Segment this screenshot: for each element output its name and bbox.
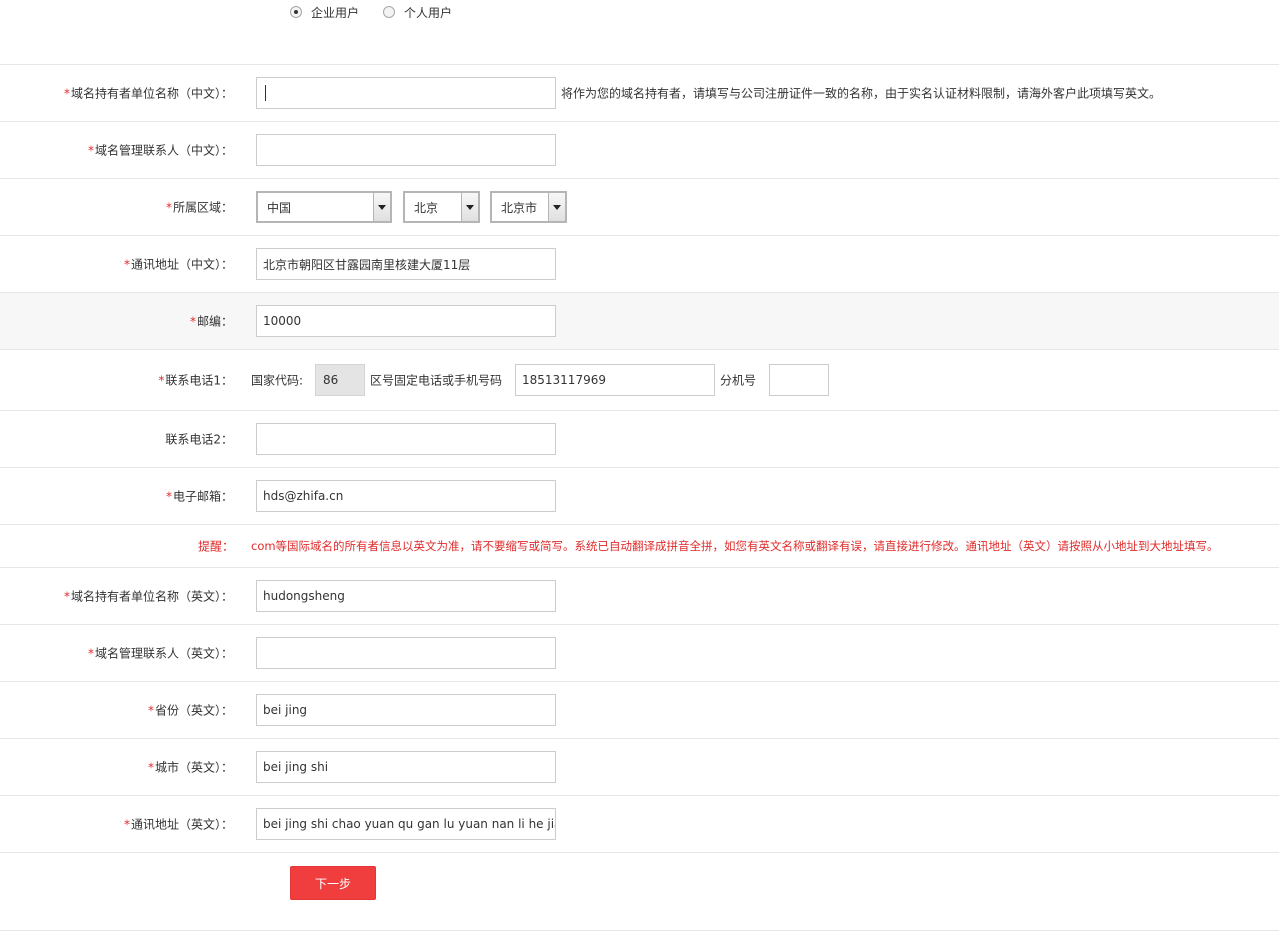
field-label: *所属区域： [166, 199, 233, 216]
field-label: *联系电话1： [158, 372, 233, 389]
field-label: *城市（英文）： [148, 759, 233, 776]
required-mark: * [147, 703, 154, 718]
country-code-label: 国家代码: [251, 373, 304, 388]
field-label: *省份（英文）： [148, 702, 233, 719]
select-value: 北京 [414, 200, 439, 215]
province-select[interactable]: 北京 [403, 191, 480, 223]
radio-label: 个人用户 [404, 5, 453, 20]
email-input[interactable]: hds@zhifa.cn [256, 480, 556, 512]
required-mark: * [158, 373, 165, 388]
dropdown-arrow-icon[interactable] [373, 193, 390, 221]
label-text: 电子邮箱： [172, 489, 233, 504]
radio-checked-icon[interactable] [290, 6, 302, 18]
contact-cn-input[interactable] [256, 134, 556, 166]
field-label: *通讯地址（英文）： [124, 816, 233, 833]
select-value: 中国 [267, 200, 292, 215]
field-label: 联系电话2： [165, 432, 233, 447]
country-code-field: 86 [315, 364, 365, 396]
address-cn-input[interactable]: 北京市朝阳区甘露园南里核建大厦11层 [256, 248, 556, 280]
label-text: 省份（英文）： [154, 703, 233, 718]
row-notice: 提醒： com等国际域名的所有者信息以英文为准，请不要缩写或简写。系统已自动翻译… [0, 524, 1279, 567]
extension-label: 分机号 [720, 373, 757, 388]
required-mark: * [63, 86, 70, 101]
notice-label: 提醒： [198, 539, 235, 554]
field-label: *域名持有者单位名称（中文）： [64, 85, 233, 102]
required-mark: * [87, 646, 94, 661]
city-select[interactable]: 北京市 [490, 191, 567, 223]
input-value: 北京市朝阳区甘露园南里核建大厦11层 [263, 257, 471, 272]
label-text: 域名管理联系人（中文）： [94, 143, 233, 158]
input-value: bei jing [263, 703, 308, 717]
contact-en-input[interactable] [256, 637, 556, 669]
label-text: 通讯地址（中文）： [130, 257, 233, 272]
input-value: 18513117969 [522, 373, 606, 387]
required-mark: * [147, 760, 154, 775]
label-text: 域名管理联系人（英文）： [94, 646, 233, 661]
required-mark: * [123, 817, 130, 832]
field-label: *域名管理联系人（中文）： [88, 142, 233, 159]
row-email: *电子邮箱： hds@zhifa.cn [0, 467, 1279, 524]
required-mark: * [63, 589, 70, 604]
org-name-hint: 将作为您的域名持有者，请填写与公司注册证件一致的名称，由于实名认证材料限制，请海… [561, 86, 1162, 101]
radio-label: 企业用户 [311, 5, 360, 20]
notice-text: com等国际域名的所有者信息以英文为准，请不要缩写或简写。系统已自动翻译成拼音全… [251, 539, 1219, 553]
row-postcode: *邮编： 10000 [0, 292, 1279, 349]
next-step-button[interactable]: 下一步 [290, 866, 376, 900]
input-value: 10000 [263, 314, 302, 328]
phone2-input[interactable] [256, 423, 556, 455]
bottom-divider [0, 930, 1279, 931]
row-contact-en: *域名管理联系人（英文）： [0, 624, 1279, 681]
province-en-input[interactable]: bei jing [256, 694, 556, 726]
label-text: 通讯地址（英文）： [130, 817, 233, 832]
label-text: 邮编： [196, 314, 233, 329]
country-select[interactable]: 中国 [256, 191, 392, 223]
row-address-cn: *通讯地址（中文）： 北京市朝阳区甘露园南里核建大厦11层 [0, 235, 1279, 292]
row-phone1: *联系电话1： 国家代码: 86 区号固定电话或手机号码 18513117969… [0, 349, 1279, 410]
input-value: bei jing shi [263, 760, 329, 774]
label-text: 域名持有者单位名称（英文）： [70, 589, 233, 604]
row-contact-cn: *域名管理联系人（中文）： [0, 121, 1279, 178]
label-text: 联系电话1： [165, 373, 233, 388]
field-label: *邮编： [190, 313, 233, 330]
phone-number-input[interactable]: 18513117969 [515, 364, 715, 396]
city-en-input[interactable]: bei jing shi [256, 751, 556, 783]
extension-input[interactable] [769, 364, 829, 396]
input-value: 86 [323, 373, 339, 387]
field-label: *域名持有者单位名称（英文）： [64, 588, 233, 605]
field-label: *域名管理联系人（英文）： [88, 645, 233, 662]
row-city-en: *城市（英文）： bei jing shi [0, 738, 1279, 795]
row-address-en: *通讯地址（英文）： bei jing shi chao yuan qu gan… [0, 795, 1279, 853]
address-en-input[interactable]: bei jing shi chao yuan qu gan lu yuan na… [256, 808, 556, 840]
input-value: bei jing shi chao yuan qu gan lu yuan na… [263, 817, 556, 831]
row-province-en: *省份（英文）： bei jing [0, 681, 1279, 738]
row-org-name-en: *域名持有者单位名称（英文）： hudongsheng [0, 567, 1279, 624]
radio-unchecked-icon[interactable] [383, 6, 395, 18]
required-mark: * [165, 200, 172, 215]
label-text: 城市（英文）： [154, 760, 233, 775]
org-name-en-input[interactable]: hudongsheng [256, 580, 556, 612]
row-phone2: 联系电话2： [0, 410, 1279, 467]
text-caret [265, 85, 266, 101]
label-text: 域名持有者单位名称（中文）： [70, 86, 233, 101]
select-value: 北京市 [501, 200, 538, 215]
required-mark: * [123, 257, 130, 272]
phone-number-label: 区号固定电话或手机号码 [370, 373, 503, 388]
user-type-group: 企业用户 个人用户 [0, 0, 1279, 64]
input-value: hudongsheng [263, 589, 345, 603]
field-label: *电子邮箱： [166, 488, 233, 505]
dropdown-arrow-icon[interactable] [461, 193, 478, 221]
label-text: 所属区域： [172, 200, 233, 215]
dropdown-arrow-icon[interactable] [548, 193, 565, 221]
radio-enterprise-user[interactable]: 企业用户 [290, 4, 359, 20]
row-org-name-cn: *域名持有者单位名称（中文）： 将作为您的域名持有者，请填写与公司注册证件一致的… [0, 64, 1279, 121]
required-mark: * [87, 143, 94, 158]
radio-personal-user[interactable]: 个人用户 [383, 4, 452, 20]
row-region: *所属区域： 中国 北京 北京市 [0, 178, 1279, 235]
required-mark: * [189, 314, 196, 329]
required-mark: * [165, 489, 172, 504]
postcode-input[interactable]: 10000 [256, 305, 556, 337]
field-label: *通讯地址（中文）： [124, 256, 233, 273]
org-name-cn-input[interactable] [256, 77, 556, 109]
input-value: hds@zhifa.cn [263, 489, 344, 503]
